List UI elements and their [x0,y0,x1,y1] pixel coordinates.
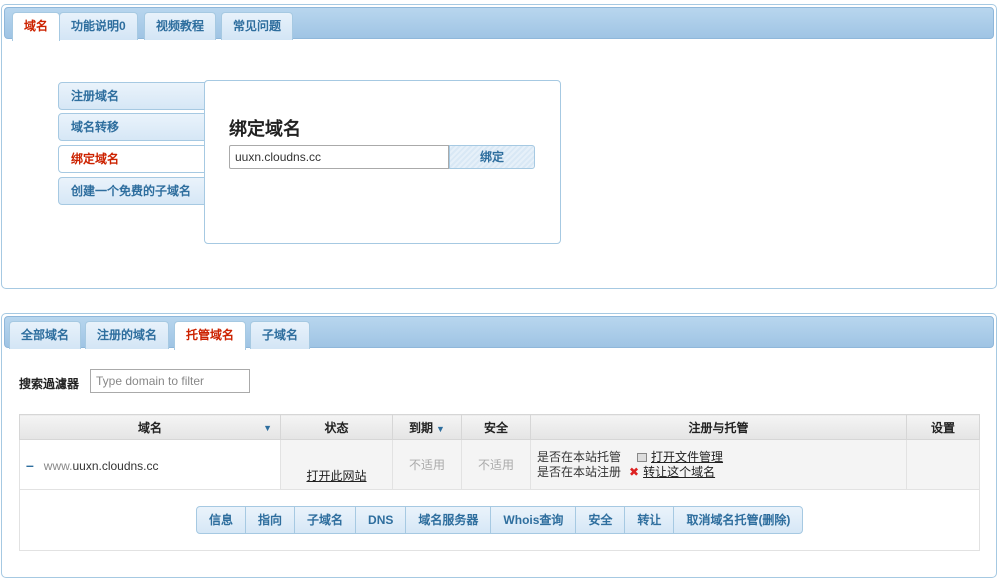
top-tabbar: 域名 功能说明0 视频教程 常见问题 [4,7,994,41]
domain-cell: – www.uuxn.cloudns.cc [19,439,281,490]
tab-video-tutorial[interactable]: 视频教程 [144,12,217,40]
tab-subdomains[interactable]: 子域名 [250,321,311,349]
file-manager-icon [637,452,647,462]
tab-domain[interactable]: 域名 [12,12,61,41]
hosted-row: 是否在本站托管 打开文件管理 [537,450,900,465]
security-button[interactable]: 安全 [575,507,624,533]
domain-name: uuxn.cloudns.cc [72,458,159,473]
security-cell: 不适用 [461,439,531,490]
info-button[interactable]: 信息 [197,507,245,533]
bind-button[interactable]: 绑定 [449,145,535,169]
filter-input[interactable] [90,369,250,393]
open-site-link[interactable]: 打开此网站 [306,467,366,484]
hosted-label: 是否在本站托管 [537,449,622,464]
open-file-manager-link[interactable]: 打开文件管理 [651,450,723,464]
pointing-button[interactable]: 指向 [245,507,294,533]
menu-bind-domain[interactable]: 绑定域名 [58,145,208,173]
actions-cell: 信息 指向 子域名 DNS 域名服务器 Whois查询 安全 转让 取消域名托管… [19,489,980,551]
registration-hosting-cell: 是否在本站托管 打开文件管理 是否在本站注册 ✖ 转让这个域名 [530,439,907,490]
whois-button[interactable]: Whois查询 [490,507,575,533]
header-status[interactable]: 状态 [280,414,393,440]
nameserver-button[interactable]: 域名服务器 [405,507,490,533]
transfer-button[interactable]: 转让 [624,507,673,533]
bind-domain-box: 绑定域名 绑定 [204,80,561,244]
tab-all-domains[interactable]: 全部域名 [9,321,82,349]
domain-action-bar: 信息 指向 子域名 DNS 域名服务器 Whois查询 安全 转让 取消域名托管… [196,506,804,534]
actions-row: 信息 指向 子域名 DNS 域名服务器 Whois查询 安全 转让 取消域名托管… [19,489,980,551]
sort-arrow-icon: ▼ [436,423,445,434]
menu-register-domain[interactable]: 注册域名 [58,82,208,110]
bind-domain-title: 绑定域名 [229,119,301,139]
status-cell: 打开此网站 [280,439,393,490]
subdomain-button[interactable]: 子域名 [294,507,355,533]
menu-transfer-domain[interactable]: 域名转移 [58,113,208,141]
collapse-icon[interactable]: – [26,457,34,473]
header-settings[interactable]: 设置 [906,414,980,440]
tab-faq[interactable]: 常见问题 [221,12,294,40]
tab-registered-domains[interactable]: 注册的域名 [85,321,170,349]
registered-row: 是否在本站注册 ✖ 转让这个域名 [537,465,900,480]
header-domain[interactable]: 域名 ▼ [19,414,281,440]
sort-arrow-icon: ▼ [263,423,272,433]
cancel-hosting-button[interactable]: 取消域名托管(删除) [673,507,802,533]
header-security[interactable]: 安全 [461,414,531,440]
domain-list-panel: 全部域名 注册的域名 托管域名 子域名 搜索過濾器 域名▼ 状态 到期▼ 安全 … [1,313,997,578]
bind-domain-input[interactable] [229,145,449,169]
expiry-cell: 不适用 [392,439,462,490]
tab-features[interactable]: 功能说明0 [59,12,138,40]
domain-table: 域名 ▼ 状态 到期 ▼ 安全 注册与托管 设置 – www.uuxn.cloudns… [19,414,980,551]
filter-label: 搜索過濾器 [19,377,80,391]
domain-panel: 域名 功能说明0 视频教程 常见问题 注册域名 域名转移 绑定域名 创建一个免费… [1,4,997,289]
dns-button[interactable]: DNS [355,507,405,533]
close-x-icon: ✖ [629,464,640,479]
header-expiry[interactable]: 到期 ▼ [392,414,462,440]
registered-label: 是否在本站注册 [537,464,622,479]
table-row: – www.uuxn.cloudns.cc 打开此网站 不适用 不适用 是否在本站… [19,439,980,490]
bottom-tabbar: 全部域名 注册的域名 托管域名 子域名 [4,316,994,350]
settings-cell [906,439,980,490]
table-header-row: 域名 ▼ 状态 到期 ▼ 安全 注册与托管 设置 [19,414,980,440]
tab-hosted-domains[interactable]: 托管域名 [174,321,247,350]
menu-free-subdomain[interactable]: 创建一个免费的子域名 [58,177,208,205]
transfer-domain-link[interactable]: 转让这个域名 [643,465,715,479]
domain-prefix: www. [43,458,73,473]
header-registration-hosting[interactable]: 注册与托管 [530,414,907,440]
